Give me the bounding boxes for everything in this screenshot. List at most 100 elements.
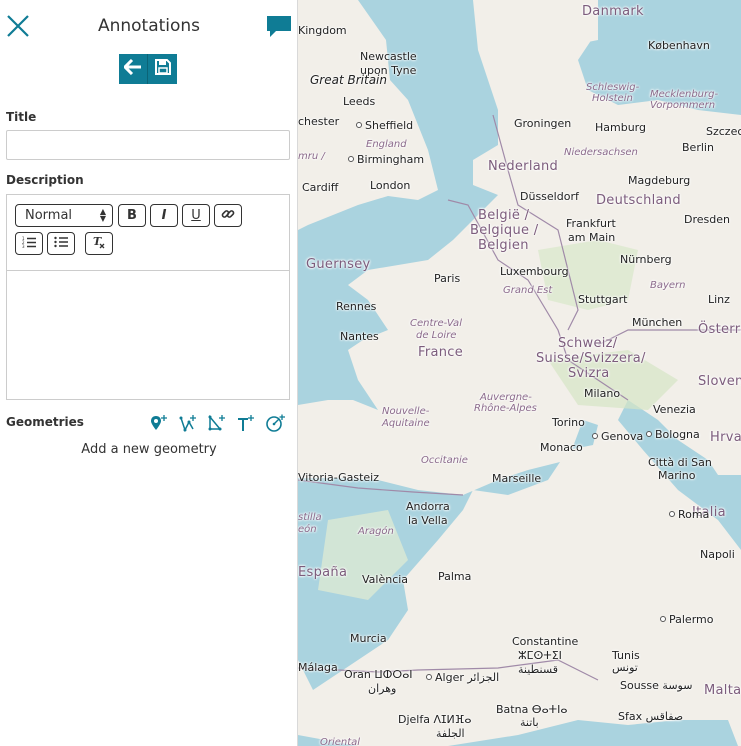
select-caret-icon: ▲ ▼ <box>99 207 106 223</box>
map-label: Oran ⵡⵀⵔⴰⵏ <box>344 668 413 681</box>
title-label: Title <box>6 110 37 124</box>
map-label: Rhône-Alpes <box>474 403 537 414</box>
map-label: la Vella <box>408 514 448 527</box>
description-editor: Normal ▲ ▼ B I U 123 T <box>6 194 290 400</box>
map-label: Great Britain <box>310 73 387 87</box>
map-label: Hrvat <box>710 430 741 445</box>
map-label: München <box>632 316 683 329</box>
map-label: Palermo <box>660 614 713 626</box>
map-label: الجلفة <box>436 727 465 740</box>
map-label: Napoli <box>700 548 735 561</box>
map-label: København <box>648 39 710 52</box>
map-label: Auvergne- <box>480 392 532 403</box>
map-label: Aquitaine <box>382 418 430 429</box>
map-label: Centre-Val <box>410 318 462 329</box>
map-label: Roma <box>669 509 709 521</box>
map-label: Schleswig- <box>586 82 640 93</box>
map-label: Belgique / <box>470 223 539 238</box>
title-input[interactable] <box>6 130 290 160</box>
map-label: Constantine <box>512 635 579 648</box>
map-label: تونس <box>612 661 638 674</box>
add-circle-icon[interactable] <box>266 413 286 433</box>
map-label: chester <box>298 115 340 128</box>
add-marker-icon[interactable] <box>149 413 169 433</box>
back-button[interactable] <box>119 54 148 84</box>
svg-text:3: 3 <box>22 244 25 248</box>
map-label: Schweiz/ <box>558 336 618 351</box>
map-label: Malta <box>704 683 741 698</box>
comment-icon[interactable] <box>266 15 292 39</box>
map-label: Alger الجزائر <box>426 672 499 684</box>
map-label: باتنة <box>520 716 539 729</box>
map-label: Hamburg <box>595 121 646 134</box>
map-label: Occitanie <box>421 455 468 466</box>
geometries-label: Geometries <box>6 415 84 429</box>
map-label: Torino <box>552 416 585 429</box>
format-select[interactable]: Normal ▲ ▼ <box>15 204 113 227</box>
map-label: Murcia <box>350 632 387 645</box>
map-label: België / <box>478 208 530 223</box>
map-label: València <box>362 573 409 586</box>
map-label: Sousse سوسة <box>620 679 693 692</box>
map-label: وهران <box>368 682 397 695</box>
map-label: Sloveni <box>698 374 741 389</box>
map-label: Rennes <box>336 300 377 313</box>
save-button[interactable] <box>148 54 177 84</box>
map-label: ⵣⵎⵙⵜⵉⵏ <box>518 649 562 662</box>
add-polygon-icon[interactable] <box>207 413 227 433</box>
map-label: Grand Est <box>503 285 553 296</box>
svg-text:T: T <box>93 235 102 248</box>
map-label: Cardiff <box>302 181 339 194</box>
map-label: Dresden <box>684 213 730 226</box>
map-label: Bayern <box>650 280 686 291</box>
clear-format-icon: T <box>92 235 106 253</box>
map-label: Belgien <box>478 238 529 253</box>
map-label: Leeds <box>343 95 376 108</box>
map-label: Marino <box>658 469 696 482</box>
map-label: Frankfurt <box>566 217 616 230</box>
map-label: Città di San <box>648 456 712 469</box>
map-label: France <box>418 345 464 360</box>
map-label: Aragón <box>358 526 394 537</box>
map-label: Holstein <box>592 93 633 104</box>
underline-button[interactable]: U <box>182 204 210 227</box>
italic-button[interactable]: I <box>150 204 178 227</box>
map-label: Oriental <box>320 737 361 746</box>
bold-button[interactable]: B <box>118 204 146 227</box>
save-icon <box>154 59 171 79</box>
bullet-list-icon <box>54 236 68 252</box>
description-textarea[interactable] <box>7 271 289 399</box>
add-text-icon[interactable] <box>236 413 256 433</box>
map-label: Niedersachsen <box>564 147 638 158</box>
map-label: Bologna <box>646 429 700 441</box>
map-label: de Loire <box>416 330 457 341</box>
ordered-list-button[interactable]: 123 <box>15 232 43 255</box>
add-geometry-hint: Add a new geometry <box>81 442 217 457</box>
map-label: mru / <box>298 151 325 162</box>
map-label: Nürnberg <box>620 253 672 266</box>
back-arrow-icon <box>123 58 142 79</box>
map-label: Nouvelle- <box>382 406 430 417</box>
map-label: Djelfa ⴷⵊⵍⴼⴰ <box>398 713 472 726</box>
clear-format-button[interactable]: T <box>85 232 113 255</box>
map-label: Mecklenburg- <box>650 89 719 100</box>
map-label: am Main <box>568 231 616 244</box>
map-view[interactable]: Kingdom Newcastle upon Tyne Great Britai… <box>298 0 741 746</box>
add-line-icon[interactable] <box>178 413 198 433</box>
map-label: Birmingham <box>348 154 424 166</box>
map-label: Andorra <box>406 500 450 513</box>
map-label: Groningen <box>514 117 572 130</box>
map-label: Danmark <box>582 4 644 19</box>
link-icon <box>221 207 235 225</box>
map-label: Szczecin <box>706 125 741 138</box>
map-label: Guernsey <box>306 257 371 272</box>
map-label: Deutschland <box>596 193 681 208</box>
map-label: stilla <box>298 512 322 523</box>
map-label: Paris <box>434 272 461 285</box>
format-select-value: Normal <box>25 208 73 223</box>
bullet-list-button[interactable] <box>47 232 75 255</box>
link-button[interactable] <box>214 204 242 227</box>
map-label: قسنطينة <box>518 663 558 676</box>
map-label: Venezia <box>653 403 696 416</box>
map-label: Vorpommern <box>650 100 716 111</box>
